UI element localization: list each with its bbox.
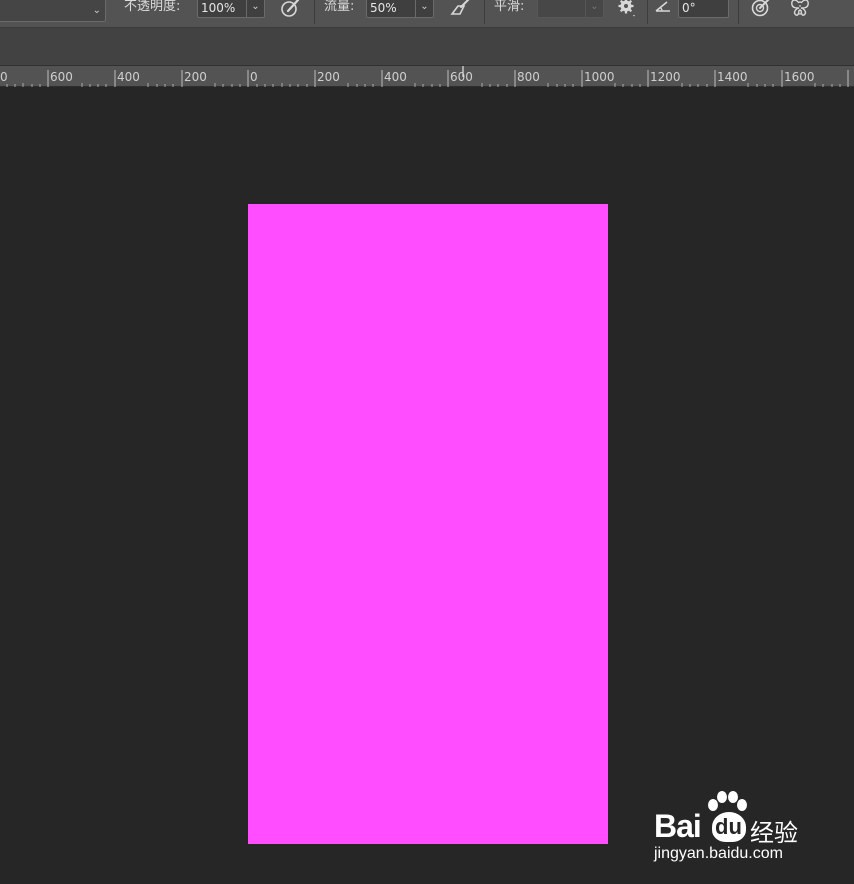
ruler-label: 200 [184, 70, 207, 84]
ruler-label: 0 [0, 70, 8, 84]
gear-icon[interactable] [616, 0, 638, 19]
chevron-down-icon: ⌄ [92, 5, 101, 16]
brush-preset-dropdown[interactable]: ⌄ [0, 0, 106, 22]
pressure-size-icon[interactable] [750, 0, 772, 19]
watermark-brand-cn: 经验 [750, 819, 798, 847]
flow-dropdown-button[interactable]: ⌄ [415, 0, 433, 17]
watermark-brand-du: du [715, 814, 742, 839]
toolbar-separator [484, 0, 485, 24]
toolbar-separator [314, 0, 315, 24]
symmetry-butterfly-icon[interactable] [789, 0, 811, 19]
ruler-label: 800 [517, 70, 540, 84]
ruler-label: 200 [317, 70, 340, 84]
ruler-label: 1600 [784, 70, 815, 84]
smoothing-label: 平滑: [494, 0, 525, 14]
horizontal-ruler[interactable]: 0 600 400 200 0 200 400 600 800 1000 120… [0, 66, 854, 87]
flow-field[interactable]: 50% ⌄ [366, 0, 434, 18]
canvas-workspace[interactable] [0, 87, 854, 884]
ruler-label: 600 [50, 70, 73, 84]
angle-value[interactable]: 0° [682, 0, 696, 16]
ruler-label: 1200 [650, 70, 681, 84]
smoothing-dropdown-button[interactable]: ⌄ [585, 0, 603, 17]
flow-value[interactable]: 50% [370, 0, 397, 16]
document-tab-bar [0, 28, 854, 66]
opacity-value[interactable]: 100% [201, 0, 235, 16]
airbrush-icon[interactable] [449, 0, 471, 19]
ruler-label: 1400 [717, 70, 748, 84]
opacity-label: 不透明度: [124, 0, 181, 14]
angle-icon [655, 1, 670, 12]
ruler-label: 0 [250, 70, 258, 84]
smoothing-field[interactable]: ⌄ [537, 0, 604, 18]
watermark-brand-bai: Bai [654, 808, 702, 844]
watermark-du-badge: du [712, 812, 746, 842]
toolbar-separator [738, 0, 739, 24]
pressure-opacity-icon[interactable] [279, 0, 301, 19]
angle-field[interactable]: 0° [678, 0, 729, 18]
ruler-label: 600 [450, 70, 473, 84]
opacity-dropdown-button[interactable]: ⌄ [246, 0, 264, 17]
flow-label: 流量: [324, 0, 355, 14]
ruler-label: 400 [384, 70, 407, 84]
ruler-label: 400 [117, 70, 140, 84]
options-toolbar: ⌄ 不透明度: 100% ⌄ 流量: 50% ⌄ 平滑: ⌄ 0° [0, 0, 854, 28]
watermark-url: jingyan.baidu.com [654, 845, 783, 862]
toolbar-separator [647, 0, 648, 24]
ruler-label: 1000 [584, 70, 615, 84]
document-canvas[interactable] [248, 204, 608, 844]
baidu-jingyan-watermark: Bai du 经验 jingyan.baidu.com [652, 790, 852, 870]
opacity-field[interactable]: 100% ⌄ [197, 0, 265, 18]
